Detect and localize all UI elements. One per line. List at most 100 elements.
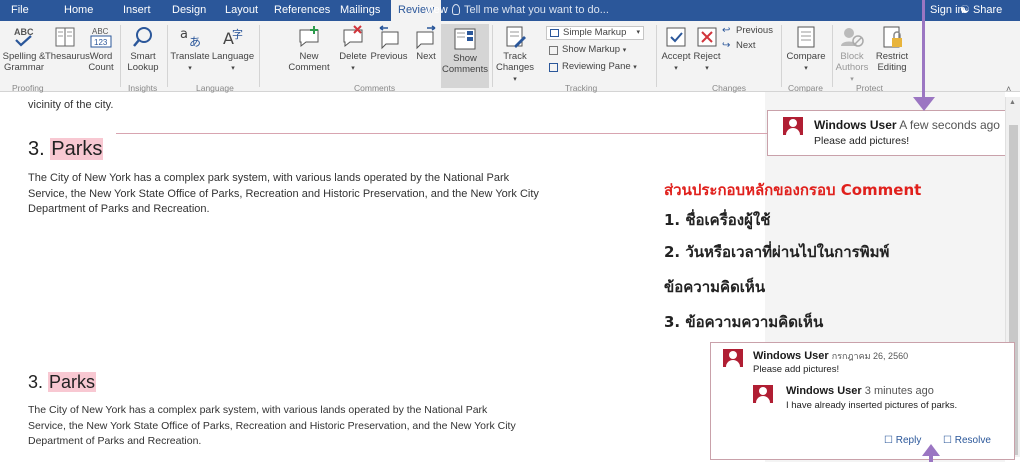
annotation-item-1: 1. ชื่อเครื่องผู้ใช้	[664, 211, 771, 229]
language-label: Language	[211, 51, 255, 62]
section-heading: 3. Parks	[28, 138, 104, 161]
block-authors-button[interactable]: Block Authors ▾	[834, 24, 870, 86]
accept-button[interactable]: Accept ▾	[659, 24, 693, 74]
comment-text[interactable]: Please add pictures!	[814, 135, 909, 147]
comment-user-name: Windows User	[814, 118, 897, 132]
show-markup-button[interactable]: Show Markup ▾	[548, 44, 627, 57]
tab-layout[interactable]: Layout	[225, 0, 258, 21]
tab-view[interactable]: View	[424, 0, 448, 21]
language-icon: A 字	[223, 27, 243, 48]
markup-dropdown[interactable]: Simple Markup ▾	[546, 26, 644, 40]
chevron-down-icon: ▾	[674, 64, 678, 72]
compare-icon	[797, 26, 815, 48]
new-comment-button[interactable]: New Comment	[287, 24, 331, 73]
tab-file[interactable]: File	[11, 0, 29, 21]
section-title-highlighted-2: Parks	[48, 372, 97, 392]
next-label: Next	[416, 51, 436, 62]
accept-label: Accept	[661, 51, 691, 62]
group-divider	[656, 25, 657, 87]
svg-text:a: a	[180, 27, 188, 42]
smart-lookup-button[interactable]: Smart Lookup	[123, 24, 163, 73]
show-comments-button[interactable]: Show Comments	[441, 24, 489, 88]
tab-references[interactable]: References	[274, 0, 330, 21]
chevron-down-icon: ▾	[513, 76, 517, 83]
compare-button[interactable]: Compare ▾	[784, 24, 828, 74]
tab-mailings[interactable]: Mailings	[340, 0, 380, 21]
comment-card[interactable]: Windows User A few seconds ago Please ad…	[767, 110, 1007, 156]
next-comment-button[interactable]: Next	[411, 24, 441, 63]
group-divider	[781, 25, 782, 87]
ribbon-tab-bar: File Home Insert Design Layout Reference…	[0, 0, 1020, 21]
new-comment-icon	[299, 26, 319, 48]
next-change-button[interactable]: ↪ Next	[722, 40, 756, 52]
sign-in-link[interactable]: Sign in	[930, 0, 964, 21]
previous-comment-button[interactable]: Previous	[369, 24, 409, 63]
previous-change-button[interactable]: ↩ Previous	[722, 25, 773, 37]
word-count-label-1: Word	[89, 51, 113, 62]
tell-me-box[interactable]: Tell me what you want to do...	[452, 0, 609, 21]
restrict-editing-icon	[883, 26, 902, 48]
restrict-editing-label-2: Editing	[877, 61, 907, 73]
delete-label: Delete	[339, 51, 367, 62]
tab-design[interactable]: Design	[172, 0, 206, 21]
reply-user-name: Windows User	[786, 385, 862, 397]
reviewing-pane-button[interactable]: Reviewing Pane ▾	[548, 61, 637, 74]
chevron-down-icon: ▾	[633, 64, 637, 71]
chevron-down-icon: ▾	[850, 76, 854, 83]
chevron-down-icon: ▾	[351, 64, 355, 72]
word-count-button[interactable]: ABC 123 Word Count	[86, 24, 116, 73]
block-authors-label-1: Block	[840, 51, 864, 62]
reviewing-pane-icon	[549, 63, 558, 72]
chevron-down-icon: ▾	[636, 29, 640, 36]
reply-button[interactable]: ☐ Reply	[884, 435, 921, 446]
track-changes-button[interactable]: Track Changes ▾	[495, 24, 535, 86]
arrow-bottom-head	[922, 444, 940, 462]
thesaurus-button[interactable]: Thesaurus	[45, 24, 90, 63]
track-changes-icon	[506, 26, 526, 48]
section-number: 3.	[28, 138, 45, 160]
spelling-grammar-button[interactable]: ABC Spelling & Grammar	[2, 24, 46, 73]
next-change-label: Next	[736, 40, 756, 51]
reply-header: Windows User 3 minutes ago	[786, 385, 934, 397]
smart-lookup-label-1: Smart	[130, 51, 156, 62]
delete-comment-icon	[343, 25, 363, 48]
svg-text:あ: あ	[189, 35, 201, 49]
paragraph-line: Department of Parks and Recreation.	[28, 435, 202, 447]
markup-icon	[550, 29, 559, 37]
scroll-up-icon[interactable]: ▲	[1009, 99, 1016, 106]
annotation-title: ส่วนประกอบหลักของกรอบ Comment	[664, 181, 922, 199]
reject-button[interactable]: Reject ▾	[692, 24, 722, 74]
chevron-down-icon: ▾	[622, 47, 627, 54]
restrict-editing-label-1: Restrict	[875, 51, 909, 62]
reject-label: Reject	[693, 51, 721, 62]
previous-change-label: Previous	[736, 25, 773, 36]
paragraph-line: Department of Parks and Recreation.	[28, 203, 210, 215]
comment-text[interactable]: Please add pictures!	[753, 364, 839, 375]
tab-insert[interactable]: Insert	[123, 0, 151, 21]
reply-text[interactable]: I have already inserted pictures of park…	[786, 400, 957, 411]
paragraph-line: The City of New York has a complex park …	[28, 404, 488, 416]
language-button[interactable]: A 字 Language ▾	[211, 24, 255, 74]
new-comment-label-1: New	[299, 51, 319, 62]
show-comments-label-2: Comments	[442, 63, 488, 75]
paragraph-line: Service, the New York State Office of Pa…	[28, 419, 516, 432]
paragraph-line: The City of New York has a complex park …	[28, 172, 510, 184]
show-comments-label-1: Show	[453, 53, 477, 64]
chevron-down-icon: ▾	[705, 64, 709, 72]
reviewing-pane-label: Reviewing Pane	[562, 61, 631, 72]
previous-change-icon: ↩	[722, 25, 731, 36]
book-icon	[55, 27, 75, 47]
resolve-button[interactable]: ☐ Resolve	[943, 435, 991, 446]
track-changes-label-2: Changes	[495, 61, 535, 73]
tab-home[interactable]: Home	[64, 0, 93, 21]
delete-comment-button[interactable]: Delete ▾	[336, 24, 370, 74]
next-change-icon: ↪	[722, 40, 731, 51]
group-divider	[832, 25, 833, 87]
share-label: Share	[972, 4, 1003, 16]
restrict-editing-button[interactable]: Restrict Editing	[874, 24, 910, 73]
comment-anchor-line	[116, 133, 767, 134]
share-button[interactable]: ☯ Share	[960, 0, 1002, 21]
comment-thread-card[interactable]: Windows User กรกฎาคม 26, 2560 Please add…	[710, 342, 1015, 460]
reply-icon: ☐	[884, 435, 893, 446]
translate-button[interactable]: a あ Translate ▾	[168, 24, 212, 74]
